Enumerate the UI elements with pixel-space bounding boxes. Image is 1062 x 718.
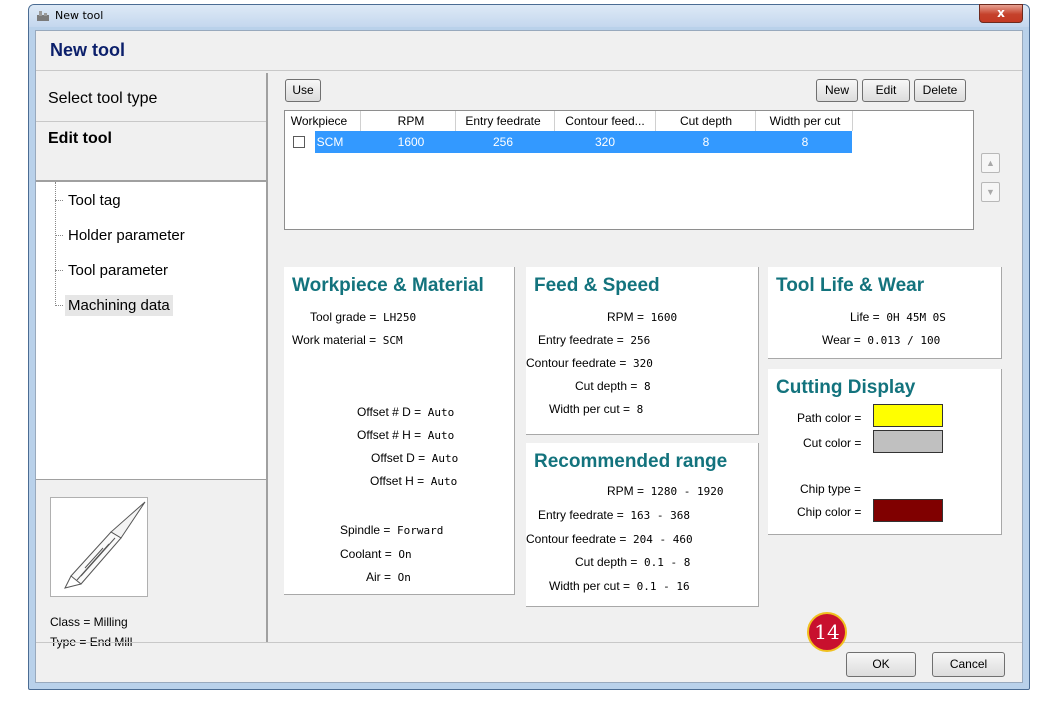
work-material-row: Work material = SCM (292, 333, 403, 347)
dialog-window: New tool x New tool Select tool type Edi… (28, 4, 1030, 690)
width-per-cut-row: Width per cut = 8 (549, 402, 644, 416)
cut-color-label: Cut color = (803, 436, 862, 450)
tool-class: Class = Milling (50, 615, 128, 629)
divider (36, 121, 266, 122)
dialog-footer: OK Cancel (36, 642, 1022, 682)
row-checkbox[interactable] (293, 136, 305, 148)
move-up-button[interactable]: ▲ (981, 153, 1000, 173)
workpiece-material-panel: Workpiece & Material Tool grade = LH250 … (284, 267, 515, 595)
table-cell: 1600 (397, 135, 425, 149)
end-mill-image (50, 497, 148, 597)
feed-speed-panel: Feed & Speed RPM = 1600 Entry feedrate =… (526, 267, 759, 435)
window-title: New tool (55, 9, 104, 22)
column-header-rpm[interactable]: RPM (369, 114, 453, 130)
tree-item-label: Holder parameter (68, 226, 185, 244)
coolant-row: Coolant = On (340, 547, 412, 561)
cancel-button[interactable]: Cancel (932, 652, 1005, 677)
app-icon (37, 11, 49, 21)
delete-button[interactable]: Delete (914, 79, 966, 102)
table-cell: SCM (316, 135, 344, 149)
left-panel: Select tool type Edit tool Tool tag Hold… (36, 73, 268, 649)
cut-depth-range-row: Cut depth = 0.1 - 8 (575, 555, 691, 569)
machining-data-table[interactable]: Workpiece RPM Entry feedrate Contour fee… (284, 110, 974, 230)
path-color-swatch[interactable] (873, 404, 943, 427)
panel-title: Tool Life & Wear (776, 275, 925, 296)
panel-title: Recommended range (534, 451, 728, 472)
width-per-cut-range-row: Width per cut = 0.1 - 16 (549, 579, 690, 593)
move-down-button[interactable]: ▼ (981, 182, 1000, 202)
tool-life-wear-panel: Tool Life & Wear Life = 0H 45M 0S Wear =… (768, 267, 1002, 359)
panel-title: Cutting Display (776, 377, 916, 398)
table-cell: 8 (801, 135, 809, 149)
table-row[interactable]: SCM 1600 256 320 8 8 (315, 131, 852, 153)
table-cell: 8 (702, 135, 710, 149)
step-select-tool-type[interactable]: Select tool type (48, 90, 157, 108)
use-button[interactable]: Use (285, 79, 321, 102)
rpm-row: RPM = 1600 (607, 310, 678, 324)
edit-button[interactable]: Edit (862, 79, 910, 102)
step-edit-tool[interactable]: Edit tool (48, 130, 112, 148)
new-button[interactable]: New (816, 79, 858, 102)
header-bar: New tool (36, 31, 1022, 71)
close-button[interactable]: x (979, 4, 1023, 23)
tree-item-machining-data[interactable]: Machining data (55, 292, 173, 318)
panel-title: Workpiece & Material (292, 275, 484, 296)
main-content: Use New Edit Delete Workpiece RPM Entry … (270, 73, 1022, 642)
column-header-contour-feed[interactable]: Contour feed... (557, 114, 653, 130)
client-area: New tool Select tool type Edit tool Tool… (35, 30, 1023, 683)
tree-item-holder-parameter[interactable]: Holder parameter (55, 222, 188, 248)
path-color-label: Path color = (797, 411, 862, 425)
table-cell: 320 (594, 135, 616, 149)
close-icon: x (997, 6, 1005, 20)
wear-row: Wear = 0.013 / 100 (822, 333, 941, 347)
chip-type-row: Chip type = (800, 482, 862, 496)
offset-h-number-row: Offset # H = Auto (357, 428, 455, 442)
column-header-entry-feedrate[interactable]: Entry feedrate (456, 114, 550, 130)
contour-feedrate-row: Contour feedrate = 320 (526, 356, 653, 370)
entry-feedrate-row: Entry feedrate = 256 (538, 333, 651, 347)
tree-item-tool-parameter[interactable]: Tool parameter (55, 257, 171, 283)
life-row: Life = 0H 45M 0S (850, 310, 946, 324)
offset-h-row: Offset H = Auto (370, 474, 458, 488)
tree-item-label: Machining data (65, 294, 173, 316)
tool-grade-row: Tool grade = LH250 (310, 310, 417, 324)
column-header-width-per-cut[interactable]: Width per cut (758, 114, 852, 130)
column-header-cut-depth[interactable]: Cut depth (660, 114, 752, 130)
page-title: New tool (50, 40, 125, 60)
tool-tree: Tool tag Holder parameter Tool parameter… (36, 180, 266, 480)
entry-feedrate-range-row: Entry feedrate = 163 - 368 (538, 508, 690, 522)
air-row: Air = On (366, 570, 411, 584)
cut-depth-row: Cut depth = 8 (575, 379, 651, 393)
panel-title: Feed & Speed (534, 275, 660, 296)
step-number-badge: 14 (807, 612, 847, 652)
tree-item-label: Tool parameter (68, 261, 169, 279)
cutting-display-panel: Cutting Display Path color = Cut color =… (768, 369, 1002, 535)
table-cell: 256 (492, 135, 514, 149)
arrow-up-icon: ▲ (986, 158, 995, 168)
cut-color-swatch[interactable] (873, 430, 943, 453)
chip-color-swatch[interactable] (873, 499, 943, 522)
recommended-range-panel: Recommended range RPM = 1280 - 1920 Entr… (526, 443, 759, 607)
arrow-down-icon: ▼ (986, 187, 995, 197)
tree-item-tool-tag[interactable]: Tool tag (55, 187, 124, 213)
end-mill-icon (64, 501, 146, 589)
offset-d-number-row: Offset # D = Auto (357, 405, 455, 419)
chip-color-label: Chip color = (797, 505, 862, 519)
offset-d-row: Offset D = Auto (371, 451, 459, 465)
spindle-row: Spindle = Forward (340, 523, 444, 537)
rpm-range-row: RPM = 1280 - 1920 (607, 484, 724, 498)
tree-item-label: Tool tag (68, 191, 121, 209)
column-header-workpiece[interactable]: Workpiece (289, 114, 349, 130)
ok-button[interactable]: OK (846, 652, 916, 677)
contour-feedrate-range-row: Contour feedrate = 204 - 460 (526, 532, 693, 546)
title-bar[interactable]: New tool x (29, 4, 1029, 27)
